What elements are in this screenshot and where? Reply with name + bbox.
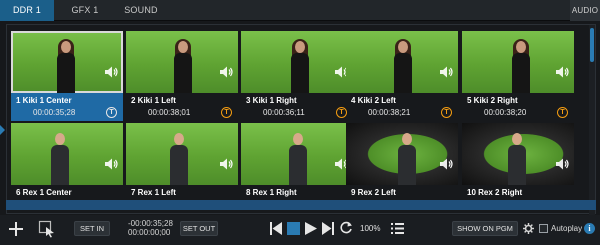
speaker-icon[interactable] <box>219 65 233 79</box>
playback-progress-bar[interactable] <box>6 200 596 210</box>
timecode-elapsed: 00:00:00;00 <box>128 228 171 237</box>
title-badge-icon[interactable]: T <box>557 107 568 118</box>
skip-back-icon[interactable] <box>270 222 282 235</box>
autoplay-checkbox[interactable] <box>539 224 548 233</box>
clip-item[interactable]: 4 Kiki 2 Left 00:00:38;21 T <box>346 31 458 121</box>
tab-ddr-1[interactable]: DDR 1 <box>0 0 54 21</box>
set-in-button[interactable]: SET IN <box>74 221 110 236</box>
plus-icon[interactable] <box>8 221 24 237</box>
skip-forward-icon[interactable] <box>322 222 334 235</box>
stop-icon[interactable] <box>287 222 300 235</box>
gear-icon[interactable] <box>523 223 534 234</box>
presenter-figure <box>287 133 309 185</box>
clip-thumbnail[interactable] <box>11 123 123 185</box>
clip-name: 10 Rex 2 Right <box>467 188 523 197</box>
speaker-icon[interactable] <box>555 157 569 171</box>
media-browser: 1 Kiki 1 Center 00:00:35;28 T 2 Kiki 1 Left… <box>6 24 596 215</box>
clip-item[interactable]: 3 Kiki 1 Right 00:00:36;11 T <box>241 31 353 121</box>
zoom-level[interactable]: 100% <box>360 224 380 233</box>
clip-thumbnail[interactable] <box>462 31 574 93</box>
presenter-figure <box>506 133 528 185</box>
clip-name: 1 Kiki 1 Center <box>16 96 72 105</box>
info-icon[interactable]: i <box>584 223 595 234</box>
presenter-figure <box>172 39 194 93</box>
clip-duration: 00:00:38;21 <box>368 108 411 117</box>
clip-info[interactable]: 1 Kiki 1 Center 00:00:35;28 T <box>11 93 123 121</box>
title-badge-icon[interactable]: T <box>221 107 232 118</box>
speaker-icon[interactable] <box>104 157 118 171</box>
clip-thumbnail[interactable] <box>126 31 238 93</box>
clip-name: 6 Rex 1 Center <box>16 188 72 197</box>
speaker-icon[interactable] <box>439 157 453 171</box>
presenter-figure <box>49 133 71 185</box>
tab-sound[interactable]: SOUND <box>116 0 166 21</box>
clip-thumbnail[interactable] <box>241 123 353 185</box>
clip-name: 3 Kiki 1 Right <box>246 96 297 105</box>
clip-thumbnail[interactable] <box>346 31 458 93</box>
clip-info[interactable]: 5 Kiki 2 Right 00:00:38;20 T <box>462 93 574 121</box>
presenter-figure <box>55 39 77 93</box>
set-out-button[interactable]: SET OUT <box>180 221 218 236</box>
clip-item[interactable]: 2 Kiki 1 Left 00:00:38;01 T <box>126 31 238 121</box>
scrollbar-thumb[interactable] <box>590 28 594 62</box>
presenter-figure <box>392 39 414 93</box>
title-badge-icon[interactable]: T <box>106 107 117 118</box>
clip-duration: 00:00:35;28 <box>33 108 76 117</box>
clip-thumbnail[interactable] <box>346 123 458 185</box>
clip-info[interactable]: 4 Kiki 2 Left 00:00:38;21 T <box>346 93 458 121</box>
clip-name: 5 Kiki 2 Right <box>467 96 518 105</box>
select-arrow-icon[interactable] <box>38 220 56 238</box>
presenter-figure <box>510 39 532 93</box>
vertical-scrollbar[interactable] <box>589 25 595 215</box>
clip-duration: 00:00:36;11 <box>263 108 305 117</box>
clip-thumbnail[interactable] <box>241 31 353 93</box>
clip-name: 9 Rex 2 Left <box>351 188 396 197</box>
clip-item[interactable]: 5 Kiki 2 Right 00:00:38;20 T <box>462 31 574 121</box>
speaker-icon[interactable] <box>219 157 233 171</box>
presenter-figure <box>289 39 311 93</box>
clip-duration: 00:00:38;01 <box>148 108 191 117</box>
playlist-marker-icon <box>0 125 5 135</box>
clip-info[interactable]: 2 Kiki 1 Left 00:00:38;01 T <box>126 93 238 121</box>
clip-thumbnail[interactable] <box>126 123 238 185</box>
presenter-figure <box>168 133 190 185</box>
clip-name: 8 Rex 1 Right <box>246 188 297 197</box>
clip-duration: 00:00:38;20 <box>484 108 527 117</box>
timecode-remaining: -00:00:35;28 <box>128 219 173 228</box>
clip-name: 7 Rex 1 Left <box>131 188 176 197</box>
clip-thumbnail[interactable] <box>462 123 574 185</box>
show-on-pgm-button[interactable]: SHOW ON PGM <box>452 221 518 236</box>
presenter-figure <box>396 133 418 185</box>
play-icon[interactable] <box>305 222 317 235</box>
speaker-icon[interactable] <box>439 65 453 79</box>
tab-bar: DDR 1 GFX 1 SOUND AUDIO <box>0 0 600 21</box>
speaker-icon[interactable] <box>555 65 569 79</box>
clip-name: 2 Kiki 1 Left <box>131 96 176 105</box>
clip-grid: 1 Kiki 1 Center 00:00:35;28 T 2 Kiki 1 Left… <box>7 25 591 215</box>
playlist-icon[interactable] <box>391 222 404 235</box>
autoplay-label: Autoplay <box>551 224 583 233</box>
clip-thumbnail[interactable] <box>11 31 123 93</box>
loop-icon[interactable] <box>339 221 353 235</box>
transport-toolbar: SET IN -00:00:35;28 00:00:00;00 SET OUT … <box>0 215 600 245</box>
clip-info[interactable]: 3 Kiki 1 Right 00:00:36;11 T <box>241 93 353 121</box>
clip-name: 4 Kiki 2 Left <box>351 96 396 105</box>
speaker-icon[interactable] <box>104 65 118 79</box>
title-badge-icon[interactable]: T <box>441 107 452 118</box>
tab-audio[interactable]: AUDIO <box>570 0 600 21</box>
tab-gfx-1[interactable]: GFX 1 <box>58 0 112 21</box>
clip-item[interactable]: 1 Kiki 1 Center 00:00:35;28 T <box>11 31 123 121</box>
